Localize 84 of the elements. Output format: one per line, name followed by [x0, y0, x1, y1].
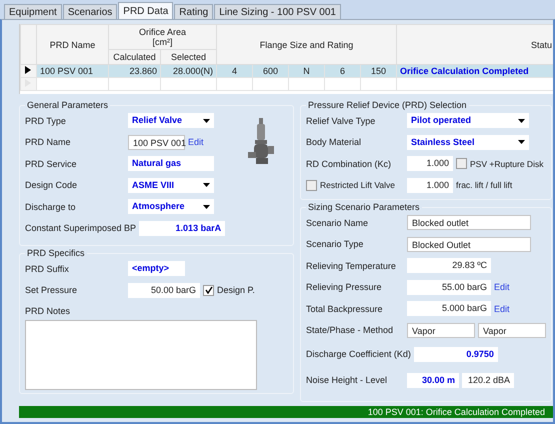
field-label: Scenario Name — [306, 218, 370, 228]
input-field[interactable]: Blocked Outlet — [407, 236, 531, 252]
checkbox[interactable]: Design P. — [203, 284, 255, 296]
table-cell: 100 PSV 001 — [36, 64, 108, 78]
tab[interactable]: Equipment — [4, 4, 62, 19]
column-header: Selected — [160, 50, 216, 64]
unit-label: frac. lift / full lift — [456, 180, 512, 190]
input-field[interactable]: 50.00 barG — [128, 282, 200, 298]
checkbox[interactable]: PSV +Rupture Disk — [456, 158, 544, 170]
field-label: Discharge to — [25, 202, 77, 212]
dropdown[interactable]: Stainless Steel — [407, 134, 529, 150]
table-cell: N — [288, 64, 324, 78]
field-label: Design Code — [25, 180, 78, 190]
field-label: Constant Superimposed BP — [25, 223, 136, 234]
dropdown[interactable]: ASME VIII — [128, 178, 214, 193]
input-field[interactable]: 0.9750 — [414, 346, 498, 362]
field-label: Discharge Coefficient (Kd) — [306, 349, 411, 359]
input-field[interactable]: 1.000 — [407, 178, 453, 193]
caret-icon — [518, 140, 525, 144]
group-title: General Parameters — [26, 100, 110, 110]
input-field[interactable]: 55.00 barG — [407, 280, 491, 295]
field-label: Relieving Temperature — [306, 260, 397, 271]
column-header: Flange Size and Rating — [216, 24, 397, 64]
field-label: Scenario Type — [306, 239, 364, 250]
caret-icon — [518, 118, 525, 123]
table-cell: 23.860 — [108, 64, 160, 78]
column-header: Statu — [396, 24, 553, 64]
input-field[interactable]: Vapor — [407, 322, 475, 338]
tab[interactable]: Line Sizing - 100 PSV 001 — [214, 4, 341, 19]
input-field[interactable]: 120.2 dBA — [462, 372, 514, 388]
field-label: Body Material — [306, 137, 362, 148]
status-bar: 100 PSV 001: Orifice Calculation Completed — [19, 406, 553, 418]
column-header: Calculated — [108, 50, 160, 64]
field-label: PRD Name — [25, 137, 72, 148]
field-label: Set Pressure — [25, 285, 78, 296]
checkmark-icon — [204, 286, 212, 294]
dropdown[interactable]: Pilot operated — [407, 113, 529, 128]
column-header: PRD Name — [36, 24, 108, 64]
input-field[interactable]: 5.000 barG — [407, 301, 491, 316]
current-row-icon — [25, 66, 31, 74]
field-label: State/Phase - Method — [306, 325, 394, 336]
field-label: Total Backpressure — [306, 304, 384, 314]
group-title: Pressure Relief Device (PRD) Selection — [307, 100, 468, 110]
table-cell: 150 — [360, 64, 397, 78]
input-field[interactable]: 1.000 — [407, 156, 453, 172]
notes-field[interactable] — [25, 320, 257, 390]
column-header: Orifice Area [cm²] — [108, 24, 216, 50]
group-title: Sizing Scenario Parameters — [307, 202, 421, 212]
dropdown[interactable]: Atmosphere — [128, 199, 214, 214]
tab[interactable]: Scenarios — [62, 4, 118, 19]
checkbox[interactable]: Restricted Lift Valve — [306, 180, 404, 191]
input-field[interactable]: <empty> — [128, 261, 185, 276]
input-field[interactable]: Vapor — [478, 322, 546, 338]
group-title: PRD Specifics — [26, 248, 86, 258]
table-cell: 28.000(N) — [160, 64, 216, 78]
table-row[interactable]: 100 PSV 001 23.860 28.000(N) 4 600 N 6 150 Orifice Calculation Completed — [20, 64, 553, 78]
caret-icon — [203, 183, 210, 188]
table-cell: 600 — [252, 64, 288, 78]
field-label: Relieving Pressure — [306, 282, 383, 292]
edit-link[interactable]: Edit — [494, 282, 510, 292]
field-label: PRD Notes — [25, 306, 72, 316]
input-field[interactable]: 30.00 m — [407, 372, 459, 388]
caret-icon — [203, 118, 210, 123]
edit-link[interactable]: Edit — [494, 304, 510, 314]
tab[interactable]: PRD Data — [118, 2, 174, 19]
input-field[interactable]: Blocked outlet — [407, 215, 531, 230]
table-cell: Orifice Calculation Completed — [396, 64, 553, 78]
input-field[interactable]: 29.83 ºC — [407, 258, 491, 274]
valve-drawing — [247, 118, 275, 166]
edit-link[interactable]: Edit — [188, 137, 204, 148]
tab[interactable]: Rating — [174, 4, 214, 19]
table-cell: 6 — [324, 64, 360, 78]
field-label: PRD Type — [25, 116, 67, 126]
field-label: PRD Service — [25, 158, 78, 169]
field-label: Relief Valve Type — [306, 116, 376, 126]
table-cell: 4 — [216, 64, 252, 78]
input-field[interactable]: 1.013 barA — [139, 220, 226, 236]
field-label: Noise Height - Level — [306, 375, 388, 385]
field-label: RD Combination (Kc) — [306, 158, 392, 169]
dropdown[interactable]: Relief Valve — [128, 113, 214, 128]
field-label: PRD Suffix — [25, 264, 70, 274]
input-field[interactable]: 100 PSV 001 — [128, 134, 185, 150]
caret-icon — [203, 204, 210, 209]
input-field[interactable]: Natural gas — [128, 156, 214, 172]
